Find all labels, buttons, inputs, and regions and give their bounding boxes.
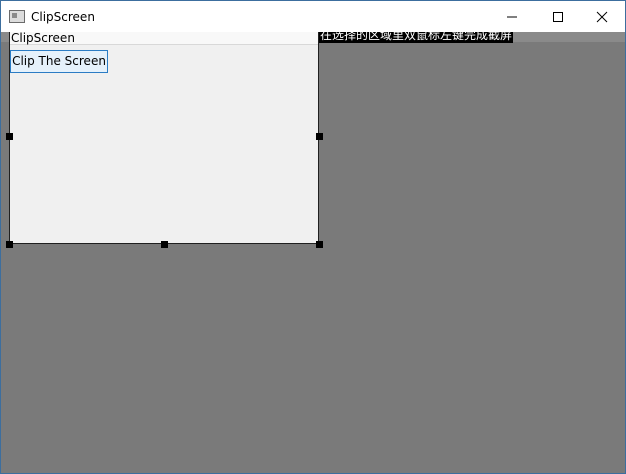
clipscreen-window: ClipScreen ClipScreen Clip The Screen 在选… xyxy=(0,0,626,474)
maximize-button[interactable] xyxy=(535,1,581,32)
close-icon xyxy=(596,11,608,23)
captured-window-title: ClipScreen xyxy=(11,32,75,45)
title-bar[interactable]: ClipScreen xyxy=(1,1,625,32)
minimize-button[interactable] xyxy=(489,1,535,32)
screenshot-canvas[interactable]: ClipScreen Clip The Screen 在选择的区域里双鼠标左键完… xyxy=(1,32,625,473)
close-button[interactable] xyxy=(579,1,625,32)
resize-handle-bottom-center[interactable] xyxy=(161,241,168,248)
selection-rectangle[interactable]: ClipScreen Clip The Screen xyxy=(9,32,319,244)
resize-handle-bottom-left[interactable] xyxy=(6,241,13,248)
resize-handle-bottom-right[interactable] xyxy=(316,241,323,248)
captured-title-row: ClipScreen xyxy=(10,32,318,45)
window-title: ClipScreen xyxy=(31,10,95,24)
clip-the-screen-button[interactable]: Clip The Screen xyxy=(10,50,108,73)
app-window-icon xyxy=(9,10,25,23)
resize-handle-middle-left[interactable] xyxy=(6,133,13,140)
minimize-icon xyxy=(507,16,517,18)
instruction-hint: 在选择的区域里双鼠标左键完成截屏 xyxy=(319,32,514,43)
maximize-icon xyxy=(553,12,563,22)
resize-handle-middle-right[interactable] xyxy=(316,133,323,140)
